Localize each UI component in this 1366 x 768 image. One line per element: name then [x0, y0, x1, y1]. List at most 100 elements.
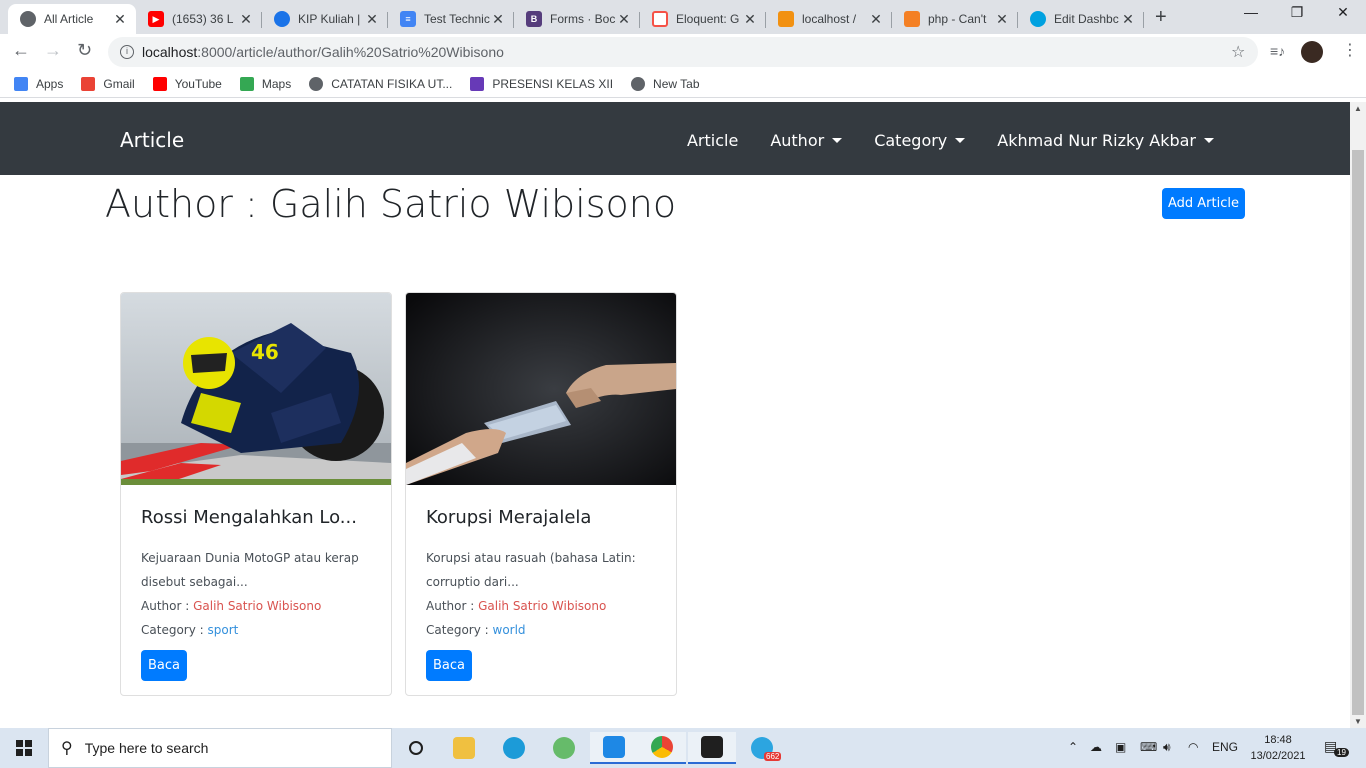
navbar-brand[interactable]: Article	[120, 128, 184, 152]
chrome-icon[interactable]	[638, 732, 686, 764]
motogp-rider-image: 46	[121, 293, 391, 485]
taskbar-search-input[interactable]: ⚲ Type here to search	[48, 728, 392, 768]
forward-arrow-icon[interactable]: →	[44, 40, 62, 61]
new-tab-plus-icon[interactable]: +	[1155, 6, 1167, 29]
app-navbar: Article Article Author Category Akhmad N…	[0, 102, 1350, 175]
scroll-down-arrow-icon[interactable]: ▼	[1354, 717, 1362, 726]
card-category: Category : sport	[141, 618, 371, 642]
onedrive-cloud-icon[interactable]: ☁	[1090, 740, 1102, 754]
tab-forms-bootstrap[interactable]: B Forms · Boc ✕	[514, 4, 640, 34]
svg-text:46: 46	[251, 340, 279, 364]
media-queue-icon[interactable]: ≡♪	[1270, 43, 1285, 59]
tab-test-technical[interactable]: ≡ Test Technic ✕	[388, 4, 514, 34]
close-icon[interactable]: ✕	[112, 11, 128, 28]
bookmark-presensi[interactable]: PRESENSI KELAS XII	[470, 76, 613, 91]
chevron-up-icon[interactable]: ⌃	[1068, 740, 1078, 754]
baca-button[interactable]: Baca	[426, 650, 472, 681]
add-article-button[interactable]: Add Article	[1162, 188, 1245, 219]
task-view-icon[interactable]	[392, 732, 440, 764]
wifi-icon[interactable]: ◠	[1188, 740, 1198, 754]
card-description: Korupsi atau rasuah (bahasa Latin: corru…	[426, 546, 656, 594]
bookmark-catatan-fisika[interactable]: CATATAN FISIKA UT...	[309, 76, 453, 91]
author-link[interactable]: Galih Satrio Wibisono	[193, 599, 321, 613]
notification-count: 19	[1334, 748, 1349, 757]
nav-user-label: Akhmad Nur Rizky Akbar	[997, 131, 1196, 150]
nav-user-dropdown[interactable]: Akhmad Nur Rizky Akbar	[997, 131, 1214, 150]
card-body: Rossi Mengalahkan Lo... Kejuaraan Dunia …	[121, 485, 391, 695]
close-icon[interactable]: ✕	[868, 11, 884, 28]
tab-all-article[interactable]: All Article ✕	[8, 4, 136, 34]
close-icon[interactable]: ✕	[742, 11, 758, 28]
close-icon[interactable]: ✕	[490, 11, 506, 28]
tab-youtube[interactable]: ▶ (1653) 36 L ✕	[136, 4, 262, 34]
volume-icon[interactable]: 🔊︎	[1163, 740, 1171, 755]
salesforce-icon	[1030, 11, 1046, 27]
author-link[interactable]: Galih Satrio Wibisono	[478, 599, 606, 613]
bookmarks-bar: Apps Gmail YouTube Maps CATATAN FISIKA U…	[0, 70, 1366, 98]
back-arrow-icon[interactable]: ←	[12, 40, 30, 61]
tab-stackoverflow[interactable]: php - Can't ✕	[892, 4, 1018, 34]
bribe-handover-image	[406, 293, 676, 485]
nav-article-label: Article	[686, 131, 739, 150]
minimize-icon[interactable]: —	[1228, 4, 1274, 20]
tray-app-icon[interactable]: ▣	[1115, 740, 1126, 754]
card-category: Category : world	[426, 618, 656, 642]
close-icon[interactable]: ✕	[616, 11, 632, 28]
page-title: Author : Galih Satrio Wibisono	[105, 182, 677, 226]
windows-start-icon[interactable]	[16, 740, 32, 756]
ime-icon[interactable]: ⌨	[1140, 740, 1157, 754]
bookmark-star-icon[interactable]: ☆	[1231, 42, 1245, 62]
address-bar[interactable]: i localhost:8000/article/author/Galih%20…	[108, 37, 1258, 67]
telegram-icon[interactable]: 662	[738, 732, 786, 764]
category-label: Category :	[141, 623, 208, 637]
close-icon[interactable]: ✕	[238, 11, 254, 28]
caret-down-icon	[1204, 138, 1214, 143]
terminal-icon[interactable]	[688, 732, 736, 764]
taskbar-clock[interactable]: 18:48 13/02/2021	[1250, 732, 1306, 764]
bookmark-maps[interactable]: Maps	[239, 76, 291, 91]
tab-title: Eloquent: G	[676, 12, 740, 26]
file-explorer-icon[interactable]	[440, 732, 488, 764]
card-body: Korupsi Merajalela Korupsi atau rasuah (…	[406, 485, 676, 695]
language-indicator[interactable]: ENG	[1212, 740, 1238, 754]
tab-localhost-phpmyadmin[interactable]: localhost / ✕	[766, 4, 892, 34]
bookmark-youtube[interactable]: YouTube	[152, 76, 222, 91]
window-close-icon[interactable]: ✕	[1320, 4, 1366, 21]
nav-article[interactable]: Article	[687, 131, 738, 150]
edge-icon[interactable]	[490, 732, 538, 764]
atom-editor-icon[interactable]	[540, 732, 588, 764]
tab-separator	[1143, 12, 1144, 28]
page-scrollbar[interactable]: ▲ ▼	[1350, 102, 1366, 728]
bookmark-label: Gmail	[103, 76, 135, 91]
tab-eloquent[interactable]: Eloquent: G ✕	[640, 4, 766, 34]
chrome-menu-icon[interactable]: ⋮	[1342, 40, 1358, 60]
close-icon[interactable]: ✕	[364, 11, 380, 28]
nav-author-dropdown[interactable]: Author	[770, 131, 843, 150]
tab-title: localhost /	[802, 12, 857, 26]
phpmyadmin-icon	[778, 11, 794, 27]
bookmark-apps[interactable]: Apps	[14, 76, 63, 91]
restore-icon[interactable]: ❐	[1274, 4, 1320, 21]
baca-button[interactable]: Baca	[141, 650, 187, 681]
category-link[interactable]: sport	[208, 623, 239, 637]
nav-category-dropdown[interactable]: Category	[874, 131, 966, 150]
author-label: Author :	[426, 599, 479, 613]
forms-icon	[470, 76, 485, 91]
bookmark-label: New Tab	[653, 76, 700, 91]
vscode-icon[interactable]	[590, 732, 638, 764]
tab-edit-dashboard[interactable]: Edit Dashbc ✕	[1018, 4, 1144, 34]
bookmark-label: CATATAN FISIKA UT...	[331, 76, 453, 91]
search-placeholder: Type here to search	[84, 740, 209, 756]
tab-kip-kuliah[interactable]: KIP Kuliah | ✕	[262, 4, 388, 34]
close-icon[interactable]: ✕	[994, 11, 1010, 28]
reload-icon[interactable]: ↻	[77, 40, 92, 61]
scroll-up-arrow-icon[interactable]: ▲	[1354, 104, 1362, 113]
scrollbar-thumb[interactable]	[1352, 150, 1364, 715]
browser-toolbar: ← → ↻ i localhost:8000/article/author/Ga…	[0, 34, 1366, 70]
bookmark-new-tab[interactable]: New Tab	[631, 76, 700, 91]
bookmark-gmail[interactable]: Gmail	[81, 76, 135, 91]
close-icon[interactable]: ✕	[1120, 11, 1136, 28]
profile-avatar[interactable]	[1301, 41, 1323, 63]
site-info-icon[interactable]: i	[120, 45, 134, 59]
category-link[interactable]: world	[493, 623, 526, 637]
